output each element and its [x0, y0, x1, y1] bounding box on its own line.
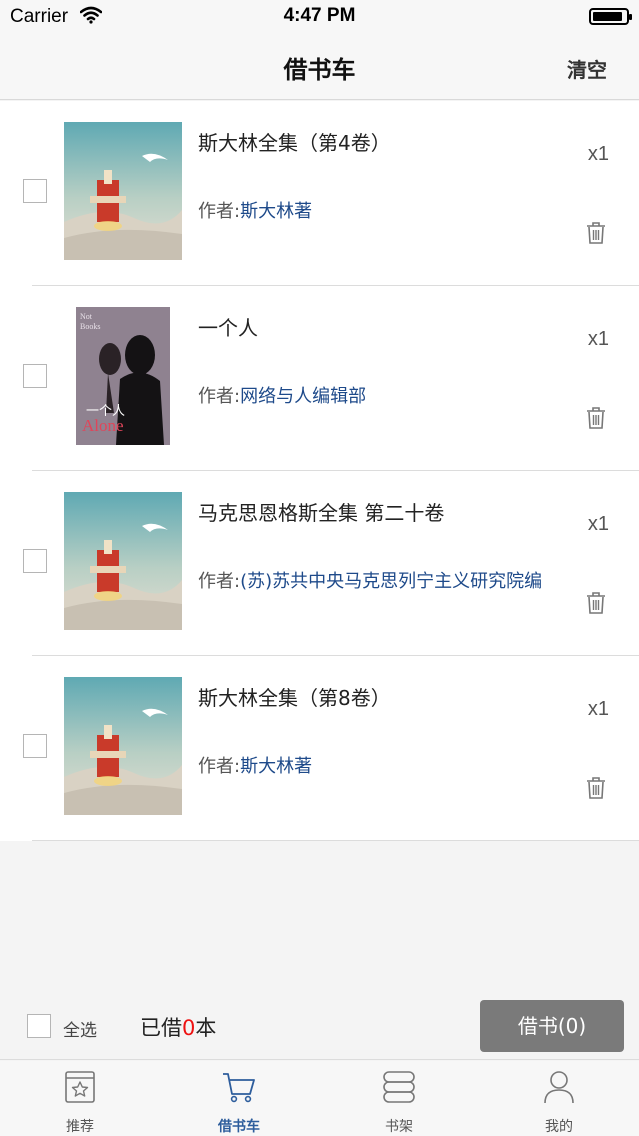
- cart-icon: [221, 1069, 257, 1105]
- book-title[interactable]: 斯大林全集（第4卷）: [198, 127, 391, 156]
- book-author: 作者:网络与人编辑部: [198, 382, 366, 408]
- book-cover[interactable]: [64, 122, 182, 260]
- tab-bookshelf[interactable]: 书架: [339, 1061, 459, 1136]
- cart-item[interactable]: 马克思恩格斯全集 第二十卷 作者:(苏)苏共中央马克思列宁主义研究院编 x1: [0, 471, 639, 656]
- item-checkbox[interactable]: [23, 179, 47, 203]
- trash-icon[interactable]: [585, 776, 607, 800]
- page-title: 借书车: [283, 56, 356, 84]
- borrowed-count: 0: [182, 1016, 196, 1040]
- tab-label: 推荐: [66, 1119, 94, 1135]
- trash-icon[interactable]: [585, 591, 607, 615]
- book-cover[interactable]: [64, 492, 182, 630]
- author-name[interactable]: 网络与人编辑部: [240, 386, 366, 407]
- book-cover[interactable]: Not Books 一个人 Alone: [76, 307, 170, 445]
- clear-button[interactable]: 清空: [567, 54, 607, 83]
- star-book-icon: [62, 1069, 98, 1105]
- battery-icon: [589, 8, 632, 25]
- book-title[interactable]: 一个人: [198, 312, 258, 341]
- author-prefix: 作者:: [198, 201, 241, 222]
- book-cover[interactable]: [64, 677, 182, 815]
- battery-level: [593, 12, 623, 21]
- cart-list: 斯大林全集（第4卷） 作者:斯大林著 x1 Not Books 一个人 Alon…: [0, 101, 639, 841]
- author-name[interactable]: (苏)苏共中央马克思列宁主义研究院编: [240, 571, 542, 592]
- status-bar: Carrier 4:47 PM: [0, 0, 639, 34]
- tab-bar: 推荐 借书车 书架 我的: [0, 1061, 639, 1136]
- action-bar: 全选 已借0本 借书(0): [0, 994, 639, 1060]
- tab-profile[interactable]: 我的: [499, 1061, 619, 1136]
- cart-item[interactable]: Not Books 一个人 Alone 一个人 作者:网络与人编辑部 x1: [0, 286, 639, 471]
- borrowed-count-text: 已借0本: [140, 1012, 216, 1042]
- person-icon: [541, 1069, 577, 1105]
- tab-label: 借书车: [218, 1119, 260, 1135]
- tab-label: 书架: [385, 1119, 413, 1135]
- clock: 4:47 PM: [283, 5, 356, 26]
- cover-text-books: Books: [80, 322, 100, 331]
- bookshelf-icon: [381, 1069, 417, 1105]
- author-prefix: 作者:: [198, 756, 241, 777]
- item-checkbox[interactable]: [23, 364, 47, 388]
- nav-bar: 借书车 清空: [0, 34, 639, 100]
- tab-label: 我的: [545, 1119, 573, 1135]
- item-checkbox[interactable]: [23, 549, 47, 573]
- quantity-label: x1: [587, 513, 609, 535]
- author-name[interactable]: 斯大林著: [240, 201, 312, 222]
- quantity-label: x1: [587, 143, 609, 165]
- book-author: 作者:(苏)苏共中央马克思列宁主义研究院编: [198, 567, 542, 593]
- select-all-checkbox[interactable]: [27, 1014, 51, 1038]
- divider: [32, 840, 639, 841]
- borrow-button[interactable]: 借书(0): [480, 1000, 624, 1052]
- book-author: 作者:斯大林著: [198, 752, 312, 778]
- author-prefix: 作者:: [198, 571, 241, 592]
- borrowed-prefix: 已借: [140, 1016, 182, 1040]
- select-all-label[interactable]: 全选: [63, 1016, 97, 1041]
- quantity-label: x1: [587, 698, 609, 720]
- borrowed-suffix: 本: [195, 1016, 217, 1040]
- cart-item[interactable]: 斯大林全集（第8卷） 作者:斯大林著 x1: [0, 656, 639, 841]
- book-title[interactable]: 斯大林全集（第8卷）: [198, 682, 391, 711]
- tab-recommend[interactable]: 推荐: [20, 1061, 140, 1136]
- cover-text-not: Not: [80, 312, 93, 321]
- tab-cart[interactable]: 借书车: [179, 1061, 299, 1136]
- book-author: 作者:斯大林著: [198, 197, 312, 223]
- author-prefix: 作者:: [198, 386, 241, 407]
- book-title[interactable]: 马克思恩格斯全集 第二十卷: [198, 497, 444, 526]
- author-name[interactable]: 斯大林著: [240, 756, 312, 777]
- cart-item[interactable]: 斯大林全集（第4卷） 作者:斯大林著 x1: [0, 101, 639, 286]
- quantity-label: x1: [587, 328, 609, 350]
- trash-icon[interactable]: [585, 406, 607, 430]
- item-checkbox[interactable]: [23, 734, 47, 758]
- trash-icon[interactable]: [585, 221, 607, 245]
- cover-text-en: Alone: [82, 416, 124, 435]
